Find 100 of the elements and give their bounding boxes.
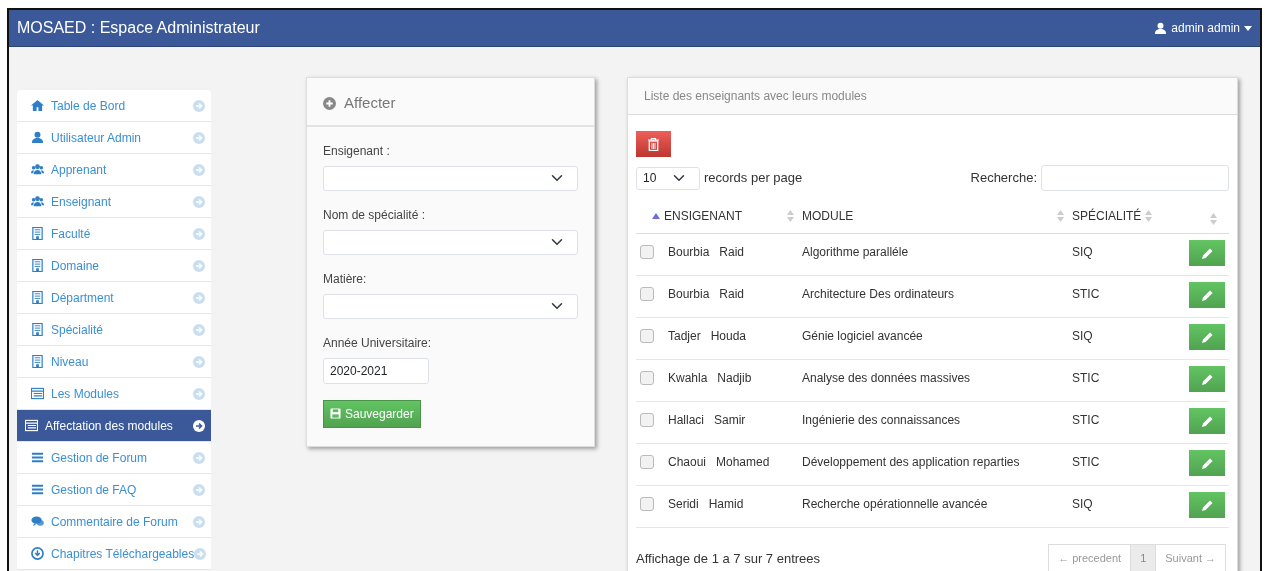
trash-icon: [648, 137, 659, 151]
table-cell: Bourbia Raid: [664, 275, 798, 318]
pencil-icon: [1200, 499, 1214, 513]
user-icon: [31, 131, 44, 144]
sidebar-item[interactable]: Affectation des modules: [17, 410, 211, 442]
users-icon: [31, 163, 44, 176]
edit-button[interactable]: [1189, 240, 1225, 266]
sort-icon: [1210, 213, 1217, 225]
sidebar-item[interactable]: Gestion de Forum: [17, 442, 211, 474]
table-cell: Bourbia Raid: [664, 233, 798, 276]
floppy-icon: [330, 408, 341, 419]
edit-button[interactable]: [1189, 492, 1225, 518]
edit-button[interactable]: [1189, 366, 1225, 392]
panel-title: Liste des enseignants avec leurs modules: [628, 78, 1237, 115]
select-field[interactable]: [323, 293, 578, 319]
text-field[interactable]: 2020-2021: [323, 357, 429, 384]
arrow-circle-icon: [193, 259, 205, 272]
table-cell: Hallaci Samir: [664, 401, 798, 444]
table-cell: SIQ: [1068, 233, 1157, 276]
sidebar-item[interactable]: Table de Bord: [17, 90, 211, 122]
edit-button[interactable]: [1189, 282, 1225, 308]
table-icon: [25, 419, 38, 432]
arrow-circle-icon: [193, 323, 205, 336]
pagination-link[interactable]: 1: [1130, 544, 1157, 571]
building-icon: [31, 259, 44, 272]
plus-circle-icon: [323, 96, 336, 110]
sidebar-item[interactable]: Départment: [17, 282, 211, 314]
app-title: MOSAED : Espace Administrateur: [17, 18, 260, 38]
arrow-circle-icon: [193, 483, 205, 496]
sidebar-item[interactable]: Faculté: [17, 218, 211, 250]
checkbox[interactable]: [640, 371, 654, 385]
arrow-circle-icon: [193, 419, 205, 432]
arrow-circle-icon: [193, 163, 205, 176]
checkbox[interactable]: [640, 329, 654, 343]
table-cell: STIC: [1068, 401, 1157, 444]
edit-button[interactable]: [1189, 450, 1225, 476]
table-cell: Génie logiciel avancée: [798, 317, 1068, 360]
column-header[interactable]: ENSIGENANT: [664, 207, 742, 225]
arrow-circle-icon: [193, 99, 205, 112]
sidebar-item[interactable]: Apprenant: [17, 154, 211, 186]
sidebar-item[interactable]: Enseignant: [17, 186, 211, 218]
building-icon: [31, 227, 44, 240]
caret-icon: [1244, 25, 1252, 31]
search-label: Recherche:: [970, 169, 1037, 188]
table-cell: Recherche opérationnelle avancée: [798, 485, 1068, 528]
sidebar-item[interactable]: Domaine: [17, 250, 211, 282]
building-icon: [31, 291, 44, 304]
checkbox[interactable]: [640, 287, 654, 301]
pencil-icon: [1200, 289, 1214, 303]
download-icon: [31, 547, 44, 560]
search-field[interactable]: [1041, 165, 1229, 191]
column-header[interactable]: MODULE: [802, 207, 854, 225]
pagination-link[interactable]: ← precedent: [1048, 544, 1132, 571]
sidebar-item[interactable]: Chapitres Téléchargeables: [17, 538, 211, 570]
table-cell: Développement des application reparties: [798, 443, 1068, 486]
pencil-icon: [1200, 331, 1214, 345]
edit-button[interactable]: [1189, 408, 1225, 434]
edit-button[interactable]: [1189, 324, 1225, 350]
user-menu[interactable]: admin admin: [1154, 19, 1252, 37]
sidebar-item[interactable]: Utilisateur Admin: [17, 122, 211, 154]
checkbox[interactable]: [640, 245, 654, 259]
sidebar-item[interactable]: Spécialité: [17, 314, 211, 346]
table-cell: Architecture Des ordinateurs: [798, 275, 1068, 318]
sidebar-item[interactable]: Gestion de FAQ: [17, 474, 211, 506]
checkbox[interactable]: [640, 413, 654, 427]
arrow-circle-icon: [193, 515, 205, 528]
select-field[interactable]: [323, 165, 578, 191]
field-label: Année Universitaire:: [323, 334, 433, 352]
sidebar-item[interactable]: Niveau: [17, 346, 211, 378]
page-size-select[interactable]: 10: [636, 166, 700, 190]
arrow-circle-icon: [193, 451, 205, 464]
sort-icon: [787, 210, 794, 222]
home-icon: [31, 99, 44, 112]
arrow-circle-icon: [193, 195, 205, 208]
save-button[interactable]: Sauvegarder: [323, 399, 421, 428]
select-field[interactable]: [323, 229, 578, 255]
arrow-circle-icon: [193, 227, 205, 240]
table-cell: Algorithme paralléle: [798, 233, 1068, 276]
checkbox[interactable]: [640, 497, 654, 511]
pagination-link[interactable]: Suivant →: [1155, 544, 1226, 571]
page-size-label: records per page: [704, 169, 803, 188]
pencil-icon: [1200, 247, 1214, 261]
field-label: Ensigenant :: [323, 142, 391, 160]
table-cell: Ingénierie des connaissances: [798, 401, 1068, 444]
arrow-circle-icon: [194, 547, 207, 560]
sort-icon: [1057, 210, 1064, 222]
table-cell: Seridi Hamid: [664, 485, 798, 528]
column-header[interactable]: SPÉCIALITÉ: [1072, 207, 1142, 225]
menu-icon: [31, 483, 44, 496]
user-icon: [1154, 21, 1168, 35]
pencil-icon: [1200, 415, 1214, 429]
pencil-icon: [1200, 457, 1214, 471]
checkbox[interactable]: [640, 455, 654, 469]
arrow-circle-icon: [193, 291, 205, 304]
sidebar-item[interactable]: Commentaire de Forum: [17, 506, 211, 538]
building-icon: [31, 323, 44, 336]
table-cell: SIQ: [1068, 317, 1157, 360]
delete-button[interactable]: [636, 131, 671, 157]
users-icon: [31, 195, 44, 208]
field-label: Matière:: [323, 270, 368, 288]
